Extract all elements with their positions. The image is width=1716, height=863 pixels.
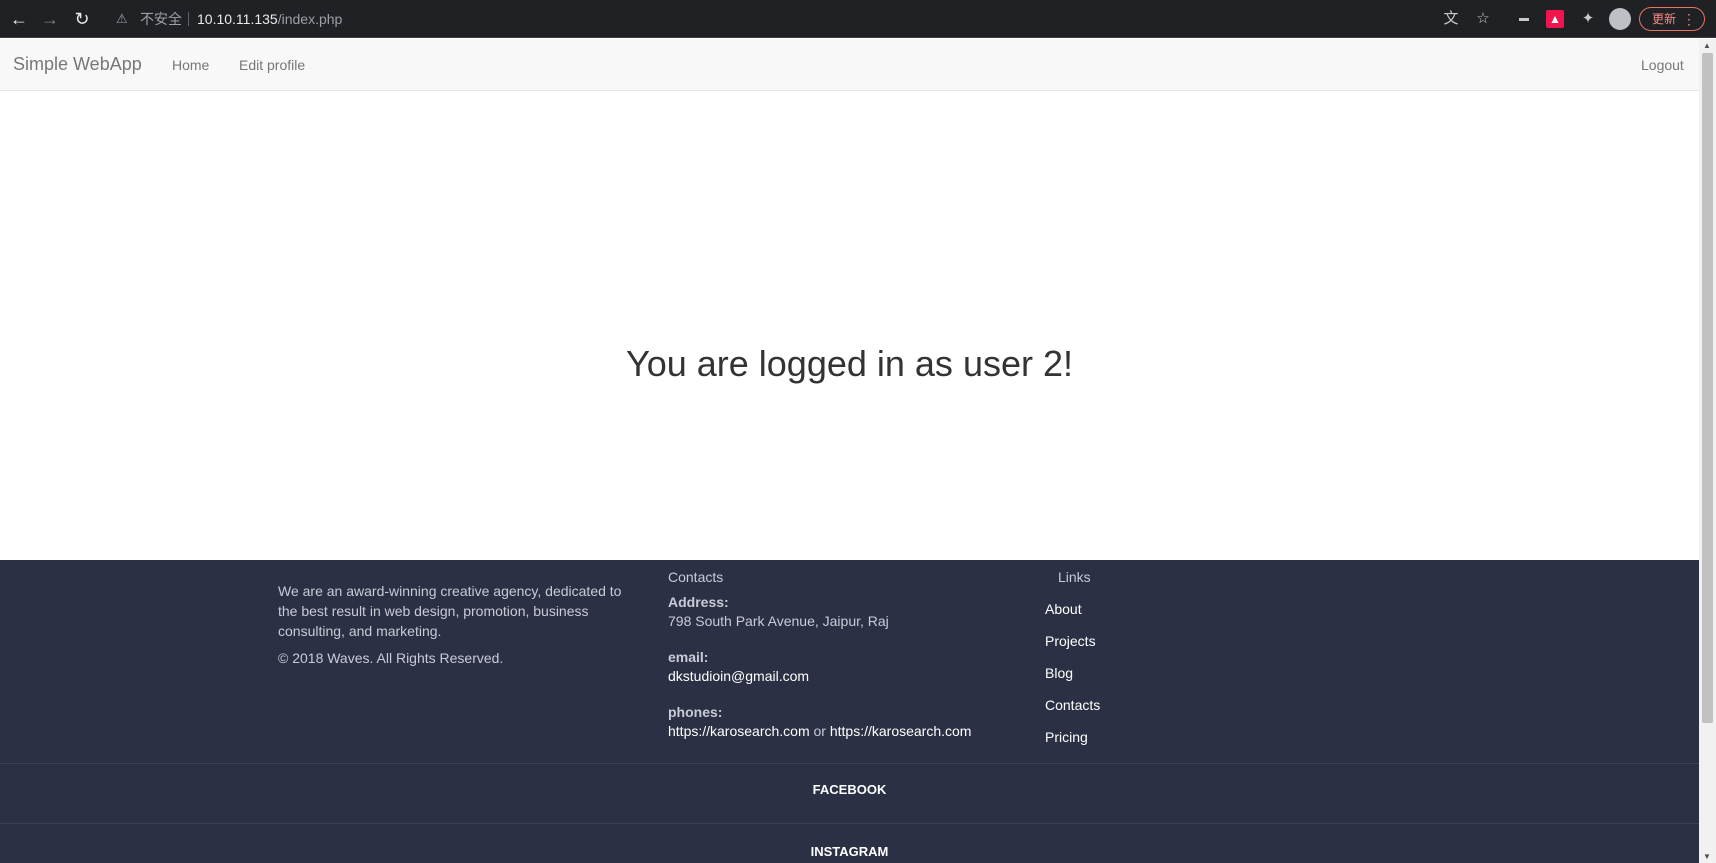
update-label: 更新	[1652, 12, 1677, 26]
navbar: Simple WebApp Home Edit profile Logout	[0, 39, 1699, 91]
address-label: Address:	[668, 594, 729, 610]
instagram-link[interactable]: INSTAGRAM	[0, 844, 1699, 859]
phones-label: phones:	[668, 704, 723, 720]
extension-icon[interactable]: ▬	[1514, 9, 1534, 29]
email-label: email:	[668, 649, 709, 665]
scrollbar-thumb[interactable]	[1702, 53, 1713, 723]
phone-link-2[interactable]: https://karosearch.com	[830, 723, 972, 739]
profile-avatar[interactable]	[1609, 8, 1631, 30]
browser-toolbar: ← → ↻ ⚠ 不安全 10.10.11.135/index.php 文 ☆ ▬…	[0, 0, 1716, 38]
translate-icon[interactable]: 文	[1441, 9, 1461, 29]
extension-red-icon[interactable]: ▲	[1546, 10, 1564, 28]
footer-link-pricing[interactable]: Pricing	[1045, 729, 1088, 745]
back-icon[interactable]: ←	[8, 8, 30, 30]
footer-link-contacts[interactable]: Contacts	[1045, 697, 1100, 713]
footer-link-blog[interactable]: Blog	[1045, 665, 1073, 681]
phones-line: https://karosearch.com or https://karose…	[668, 723, 971, 739]
email-link[interactable]: dkstudioin@gmail.com	[668, 668, 809, 684]
page-title: You are logged in as user 2!	[626, 343, 1073, 384]
brand-link[interactable]: Simple WebApp	[13, 54, 142, 75]
contacts-title: Contacts	[668, 569, 724, 585]
page: Simple WebApp Home Edit profile Logout Y…	[0, 39, 1699, 863]
address-separator	[188, 12, 189, 26]
footer-divider	[0, 763, 1699, 764]
facebook-link[interactable]: FACEBOOK	[0, 782, 1699, 797]
footer-link-about[interactable]: About	[1045, 601, 1082, 617]
footer-copyright: © 2018 Waves. All Rights Reserved.	[278, 650, 504, 666]
forward-icon[interactable]: →	[39, 8, 61, 30]
phone-link-1[interactable]: https://karosearch.com	[668, 723, 810, 739]
update-button[interactable]: 更新 ⋮	[1639, 7, 1705, 31]
footer-divider	[0, 823, 1699, 824]
main-content: You are logged in as user 2!	[0, 91, 1699, 599]
address-value: 798 South Park Avenue, Jaipur, Raj	[668, 613, 889, 629]
security-label: 不安全	[140, 11, 182, 27]
reload-icon[interactable]: ↻	[71, 8, 93, 30]
scroll-up-icon[interactable]: ▲	[1703, 41, 1711, 50]
url-path: /index.php	[277, 11, 343, 27]
scrollbar[interactable]: ▲ ▼	[1699, 39, 1716, 863]
url-host: 10.10.11.135	[197, 11, 278, 27]
warning-icon[interactable]: ⚠	[116, 6, 128, 32]
address-bar[interactable]: ⚠ 不安全 10.10.11.135/index.php	[104, 6, 1404, 32]
bookmark-star-icon[interactable]: ☆	[1473, 9, 1493, 29]
scroll-down-icon[interactable]: ▼	[1703, 852, 1711, 861]
url-text: 10.10.11.135/index.php	[197, 6, 342, 32]
nav-edit-profile[interactable]: Edit profile	[239, 57, 305, 73]
nav-home[interactable]: Home	[172, 57, 209, 73]
footer-link-projects[interactable]: Projects	[1045, 633, 1096, 649]
footer-about: We are an award-winning creative agency,…	[278, 583, 622, 639]
links-title: Links	[1058, 569, 1091, 585]
puzzle-icon[interactable]: ✦	[1578, 9, 1598, 29]
menu-dots-icon[interactable]: ⋮	[1682, 8, 1696, 30]
nav-logout[interactable]: Logout	[1641, 57, 1684, 73]
footer: We are an award-winning creative agency,…	[0, 560, 1699, 863]
phones-or: or	[813, 723, 826, 739]
